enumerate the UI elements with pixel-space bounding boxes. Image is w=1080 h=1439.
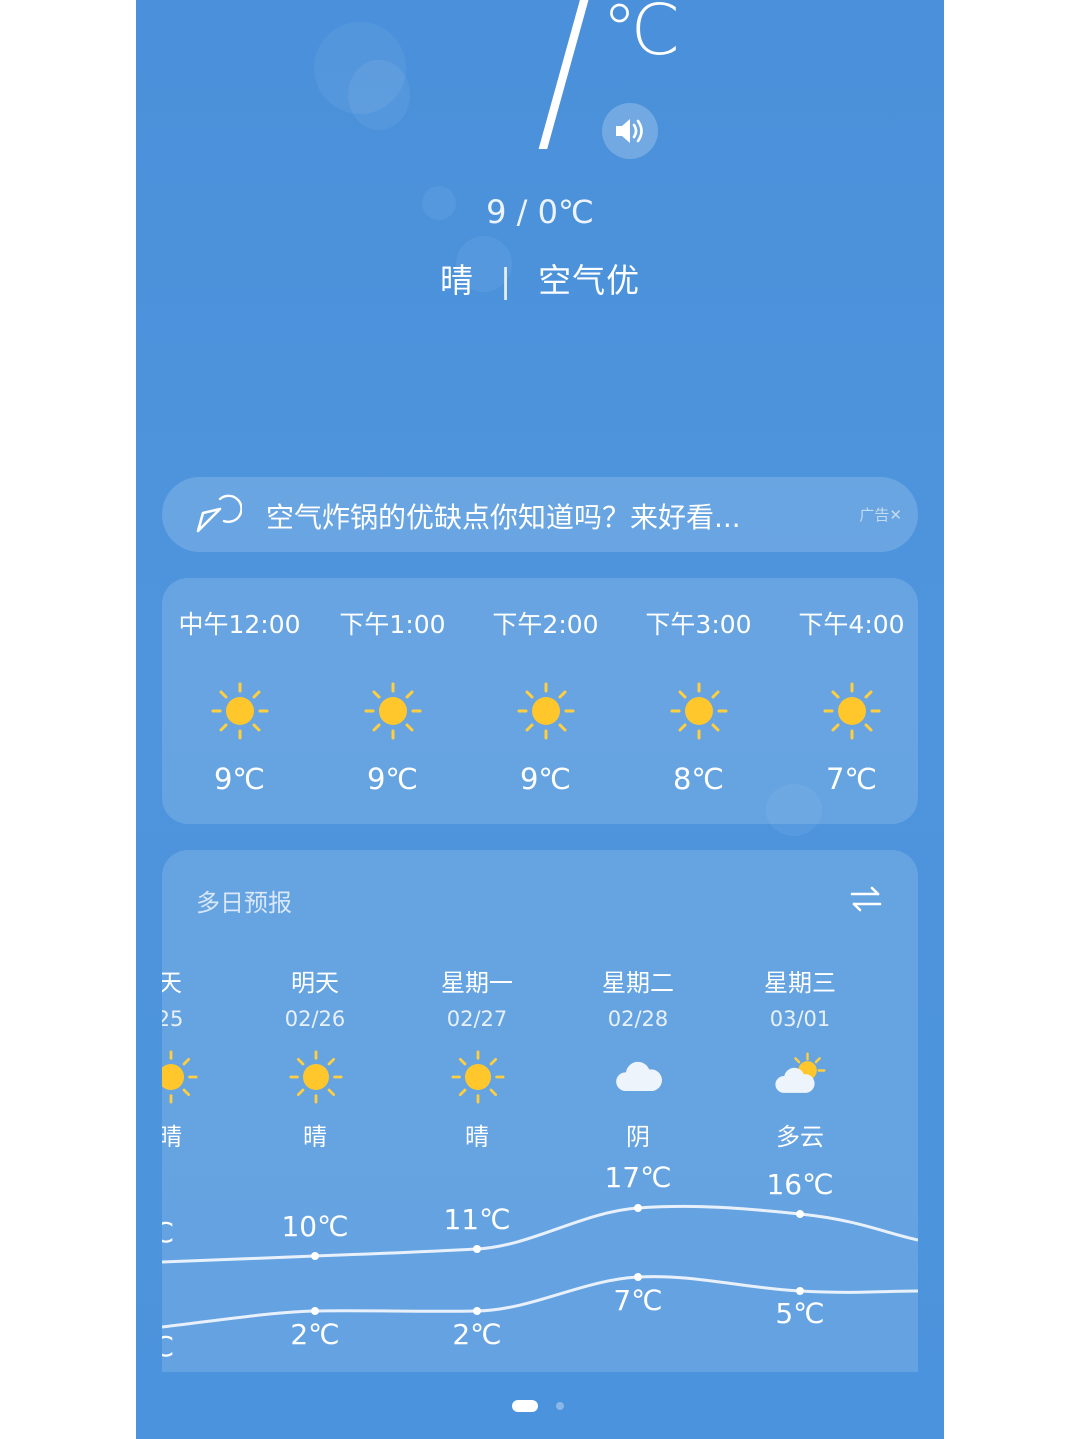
- high-temp-label: 10℃: [281, 1210, 349, 1243]
- multi-day-forecast[interactable]: 多日预报 天 25 晴 明天 02/26 晴 星期一 02/27 晴 星期二 0…: [162, 850, 918, 1372]
- page-dot[interactable]: [556, 1402, 564, 1410]
- hour-time: 下午2:00: [492, 610, 599, 639]
- temperature-curves: [162, 1204, 918, 1329]
- condition-line[interactable]: 晴 | 空气优: [136, 254, 944, 302]
- high-temp-label: 16℃: [766, 1168, 834, 1201]
- page-dot-active[interactable]: [512, 1400, 538, 1412]
- hourly-forecast[interactable]: 中午12:00 9℃ 下午1:00 9℃ 下午2:00 9℃ 下午3:00 8℃…: [162, 578, 918, 824]
- hour-temp: 7℃: [825, 762, 878, 796]
- low-point: [311, 1307, 319, 1315]
- ad-banner[interactable]: 空气炸锅的优缺点你知道吗？来好看... 广告✕: [162, 477, 918, 552]
- page-indicator[interactable]: [136, 1400, 944, 1412]
- high-point: [473, 1245, 481, 1253]
- high-temp-label: 17℃: [604, 1161, 672, 1194]
- hour-temp: 9℃: [213, 762, 266, 796]
- hour-time: 下午1:00: [339, 610, 446, 639]
- low-temp-label: 7℃: [613, 1284, 663, 1317]
- high-point: [634, 1204, 642, 1212]
- ad-close-button[interactable]: 广告✕: [859, 504, 902, 525]
- hour-temp: 9℃: [519, 762, 572, 796]
- sun-icon: [364, 682, 422, 740]
- weather-condition: 晴: [439, 261, 474, 300]
- sun-icon: [670, 682, 728, 740]
- ad-pointer-icon: [196, 494, 242, 533]
- current-temperature: 7: [504, 0, 610, 204]
- divider: |: [499, 261, 513, 300]
- hour-temp: 9℃: [366, 762, 419, 796]
- sun-icon: [211, 682, 269, 740]
- temperature-unit: ℃: [602, 0, 681, 71]
- voice-broadcast-button[interactable]: [602, 103, 658, 159]
- ad-text: 空气炸锅的优缺点你知道吗？来好看...: [266, 501, 741, 534]
- speaker-icon: [616, 119, 643, 143]
- low-point: [796, 1287, 804, 1295]
- hour-time: 下午3:00: [645, 610, 752, 639]
- low-temp-label: 2℃: [452, 1318, 502, 1351]
- high-temp-label: 11℃: [443, 1203, 511, 1236]
- sun-icon: [517, 682, 575, 740]
- high-temp-label: C: [162, 1216, 174, 1249]
- air-quality[interactable]: 空气优: [538, 261, 640, 300]
- sun-icon: [823, 682, 881, 740]
- bokeh: [348, 60, 410, 130]
- low-temp-label: C: [162, 1330, 174, 1363]
- hour-time: 下午4:00: [798, 610, 905, 639]
- high-point: [796, 1210, 804, 1218]
- hour-time: 中午12:00: [178, 610, 301, 639]
- low-temp-label: 2℃: [290, 1318, 340, 1351]
- hour-temp: 8℃: [672, 762, 725, 796]
- low-point: [473, 1307, 481, 1315]
- high-point: [311, 1252, 319, 1260]
- low-point: [634, 1273, 642, 1281]
- low-temp-label: 5℃: [775, 1297, 825, 1330]
- high-low-temperature: 9 / 0℃: [486, 193, 594, 231]
- weather-screen: 7 ℃ 9 / 0℃ 晴 | 空气优 空气炸锅的优缺点你知道吗？来好看... 广告✕…: [136, 0, 944, 1439]
